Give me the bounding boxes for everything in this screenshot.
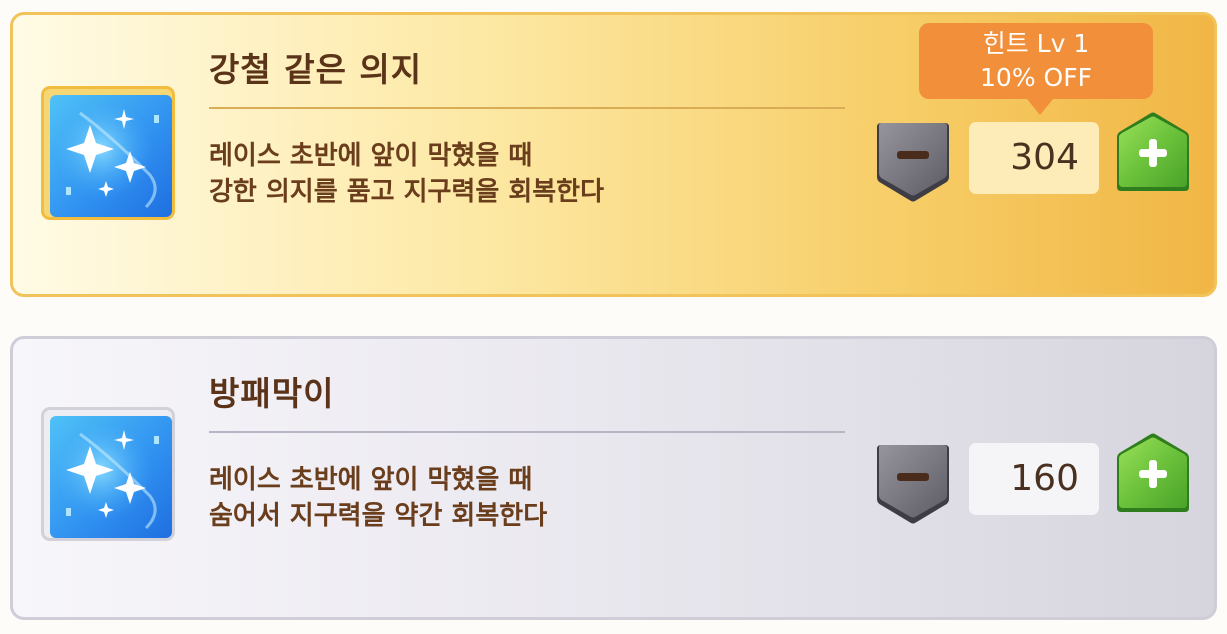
divider (209, 107, 845, 109)
minus-icon (877, 123, 949, 202)
decrease-button[interactable] (873, 443, 953, 527)
sparkle-skill-icon (50, 95, 172, 217)
skill-title: 강철 같은 의지 (209, 50, 423, 89)
hint-discount-label: 10% OFF (980, 63, 1092, 92)
skill-point-cost: 160 (969, 443, 1099, 515)
skill-card-1[interactable]: 강철 같은 의지 레이스 초반에 앞이 막혔을 때 강한 의지를 품고 지구력을… (10, 12, 1217, 297)
sparkle-skill-icon (50, 416, 172, 538)
skill-card-2[interactable]: 방패막이 레이스 초반에 앞이 막혔을 때 숨어서 지구력을 약간 회복한다 1… (10, 336, 1217, 620)
divider (209, 431, 845, 433)
hint-level-label: 힌트 Lv 1 (982, 29, 1090, 58)
decrease-button[interactable] (873, 121, 953, 205)
skill-title: 방패막이 (209, 374, 335, 413)
plus-icon (1117, 112, 1189, 191)
skill-description-line: 레이스 초반에 앞이 막혔을 때 (209, 141, 533, 171)
badge-pointer (1027, 99, 1053, 115)
skill-description-line: 레이스 초반에 앞이 막혔을 때 (209, 465, 533, 495)
skill-icon-frame (41, 407, 175, 541)
skill-description: 레이스 초반에 앞이 막혔을 때 숨어서 지구력을 약간 회복한다 (209, 462, 547, 534)
skill-icon-frame (41, 86, 175, 220)
skill-point-cost: 304 (969, 122, 1099, 194)
skill-description: 레이스 초반에 앞이 막혔을 때 강한 의지를 품고 지구력을 회복한다 (209, 138, 604, 210)
plus-icon (1117, 433, 1189, 512)
skill-description-line: 숨어서 지구력을 약간 회복한다 (209, 501, 548, 531)
increase-button[interactable] (1113, 430, 1193, 514)
minus-icon (877, 445, 949, 524)
hint-discount-badge: 힌트 Lv 1 10% OFF (919, 23, 1153, 115)
skill-description-line: 강한 의지를 품고 지구력을 회복한다 (209, 177, 605, 207)
increase-button[interactable] (1113, 109, 1193, 193)
